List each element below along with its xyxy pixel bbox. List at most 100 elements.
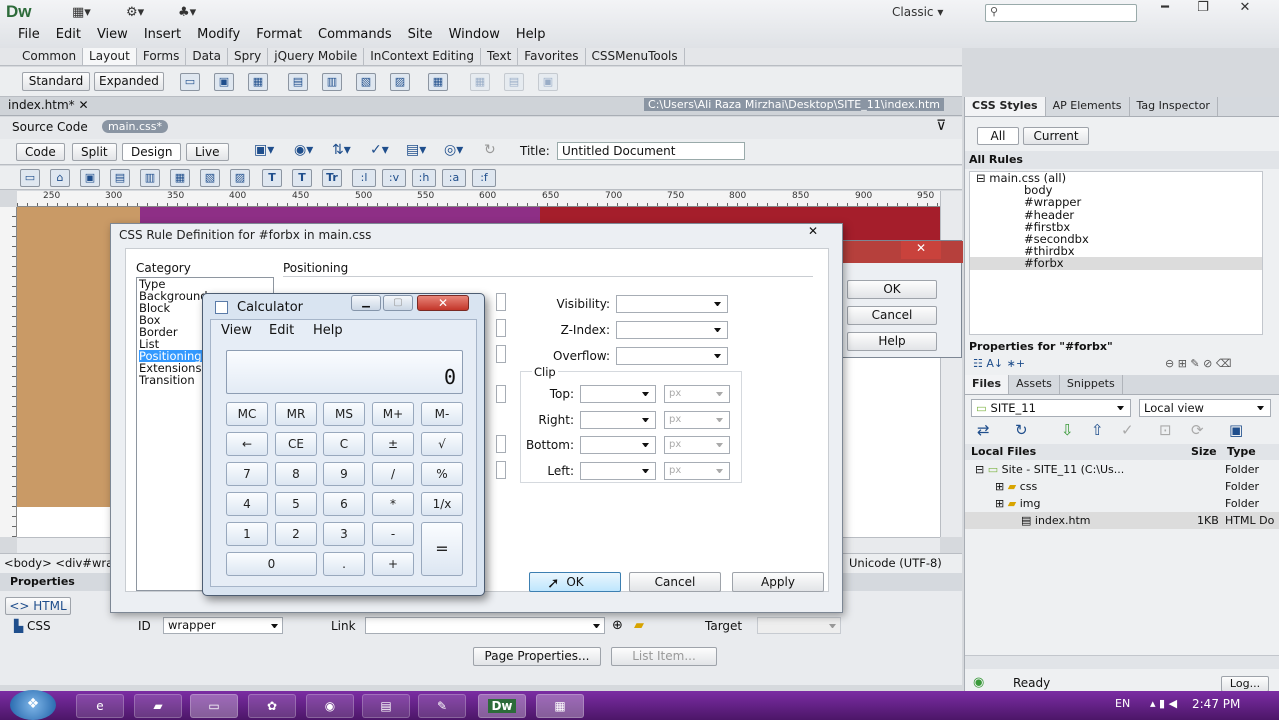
clip-bottom-unit[interactable]: px [664, 436, 730, 454]
code-view-button[interactable]: Code [16, 143, 65, 161]
link-input[interactable] [365, 617, 605, 634]
related-file-main-css[interactable]: main.css* [102, 120, 168, 133]
close-button[interactable]: ✕ [1226, 0, 1264, 20]
check-out-icon[interactable]: ✓ [1121, 421, 1134, 439]
tab-ap-elements[interactable]: AP Elements [1046, 97, 1130, 116]
file-row[interactable]: ⊞ ▰ img Folder [965, 495, 1279, 512]
format-l-button[interactable]: :l [352, 169, 376, 187]
rule-wrapper[interactable]: #wrapper [970, 196, 1262, 208]
put-files-icon[interactable]: ⇧ [1091, 421, 1104, 439]
ap-div-icon[interactable]: ▣ [214, 73, 234, 91]
calc-key-0[interactable]: 0 [226, 552, 317, 576]
menu-help[interactable]: Help [508, 27, 554, 42]
calc-key-percent[interactable]: % [421, 462, 463, 486]
w3c-validation-icon[interactable]: ✓▾ [370, 142, 389, 158]
format-icon-5[interactable]: ▥ [140, 169, 160, 187]
filter-icon[interactable]: ⊽ [936, 118, 946, 134]
notes-icon[interactable]: ✎ [418, 694, 466, 718]
calc-key-reciprocal[interactable]: 1/x [421, 492, 463, 516]
spry-menu-icon[interactable]: ▤ [288, 73, 308, 91]
menu-commands[interactable]: Commands [310, 27, 400, 42]
col-local-files[interactable]: Local Files [971, 445, 1036, 458]
tab-tag-inspector[interactable]: Tag Inspector [1130, 97, 1218, 116]
menu-view[interactable]: View [89, 27, 136, 42]
stylesheet-main-css[interactable]: ⊟ main.css (all) [970, 172, 1262, 184]
calc-maximize-button[interactable]: ▢ [383, 295, 413, 311]
connect-icon[interactable]: ⇄ [977, 421, 990, 439]
paint-icon[interactable]: ✿ [248, 694, 296, 718]
multiscreen-icon[interactable]: ▣▾ [254, 142, 274, 158]
visual-aids-icon[interactable]: ◎▾ [444, 142, 463, 158]
text-icon-2[interactable]: T [292, 169, 312, 187]
title-input[interactable]: Untitled Document [557, 142, 745, 160]
tab-spry[interactable]: Spry [228, 48, 269, 65]
target-select[interactable] [757, 617, 841, 634]
rule-actions-icons[interactable]: ⊖ ⊞ ✎ ⊘ ⌫ [1165, 357, 1231, 370]
tag-selector[interactable]: <body> <div#wra [4, 556, 113, 570]
calc-key-ms[interactable]: MS [323, 402, 365, 426]
position-select[interactable] [496, 293, 506, 311]
calc-key-backspace[interactable]: ← [226, 432, 268, 456]
tab-cssmenutools[interactable]: CSSMenuTools [586, 48, 685, 65]
text-icon-3[interactable]: Tr [322, 169, 342, 187]
tab-assets[interactable]: Assets [1009, 375, 1060, 394]
calc-key-3[interactable]: 3 [323, 522, 365, 546]
rule-body[interactable]: body [970, 184, 1262, 196]
clip-right-unit[interactable]: px [664, 411, 730, 429]
explorer-icon[interactable]: ▰ [134, 694, 182, 718]
tab-incontext-editing[interactable]: InContext Editing [364, 48, 482, 65]
spry-accordion-icon[interactable]: ▧ [356, 73, 376, 91]
browse-folder-icon[interactable]: ▰ [634, 618, 644, 633]
calc-key-c[interactable]: C [323, 432, 365, 456]
clip-bottom-select[interactable] [580, 436, 656, 454]
rule-forbx[interactable]: #forbx [970, 257, 1262, 270]
close-icon[interactable]: ✕ [78, 98, 88, 112]
file-management-icon[interactable]: ⇅▾ [332, 142, 351, 158]
pdf-icon[interactable]: ▤ [362, 694, 410, 718]
split-view-button[interactable]: Split [72, 143, 117, 161]
view-select[interactable]: Local view [1139, 399, 1271, 417]
calc-minimize-button[interactable]: ▁ [351, 295, 381, 311]
calc-menu-view[interactable]: View [221, 323, 252, 338]
tab-layout[interactable]: Layout [83, 48, 137, 65]
sync-icon[interactable]: ⟳ [1191, 421, 1204, 439]
rule-header[interactable]: #header [970, 208, 1262, 220]
menu-format[interactable]: Format [248, 27, 310, 42]
calc-key-1[interactable]: 1 [226, 522, 268, 546]
expanded-button[interactable]: Expanded [94, 72, 164, 91]
dreamweaver-icon[interactable]: Dw [478, 694, 526, 718]
format-icon-7[interactable]: ▧ [200, 169, 220, 187]
refresh-icon[interactable]: ↻ [484, 142, 496, 158]
tab-forms[interactable]: Forms [137, 48, 187, 65]
menu-site[interactable]: Site [400, 27, 441, 42]
fluid-grid-icon[interactable]: ▦ [248, 73, 268, 91]
doc-tab[interactable]: index.htm* ✕ [8, 98, 89, 112]
clip-right-select[interactable] [580, 411, 656, 429]
table-icon[interactable]: ▦ [428, 73, 448, 91]
calc-menu-help[interactable]: Help [313, 323, 343, 338]
format-v-button[interactable]: :v [382, 169, 406, 187]
div-icon[interactable]: ▭ [180, 73, 200, 91]
expand-icon[interactable]: ▣ [1229, 421, 1243, 439]
clip-left-select[interactable] [580, 462, 656, 480]
layout-icon[interactable]: ▦▾ [72, 5, 91, 20]
gear-icon[interactable]: ⚙▾ [126, 5, 144, 20]
spry-collapsible-icon[interactable]: ▨ [390, 73, 410, 91]
calc-key-5[interactable]: 5 [275, 492, 317, 516]
ie-icon[interactable]: e [76, 694, 124, 718]
calc-key-8[interactable]: 8 [275, 462, 317, 486]
calc-key-plus-minus[interactable]: ± [372, 432, 414, 456]
clock[interactable]: 2:47 PM [1192, 697, 1240, 711]
design-view-button[interactable]: Design [122, 143, 182, 161]
tab-favorites[interactable]: Favorites [518, 48, 586, 65]
menu-insert[interactable]: Insert [136, 27, 189, 42]
format-icon-6[interactable]: ▦ [170, 169, 190, 187]
side-cancel-button[interactable]: Cancel [847, 306, 937, 325]
calc-key-m-plus[interactable]: M+ [372, 402, 414, 426]
overflow-select[interactable] [616, 347, 728, 365]
dialog-close-button[interactable]: ✕ [901, 241, 941, 259]
files-scrollbar[interactable] [965, 655, 1279, 669]
minimize-button[interactable]: ━ [1146, 0, 1184, 20]
format-icon-1[interactable]: ▭ [20, 169, 40, 187]
tab-common[interactable]: Common [16, 48, 84, 65]
